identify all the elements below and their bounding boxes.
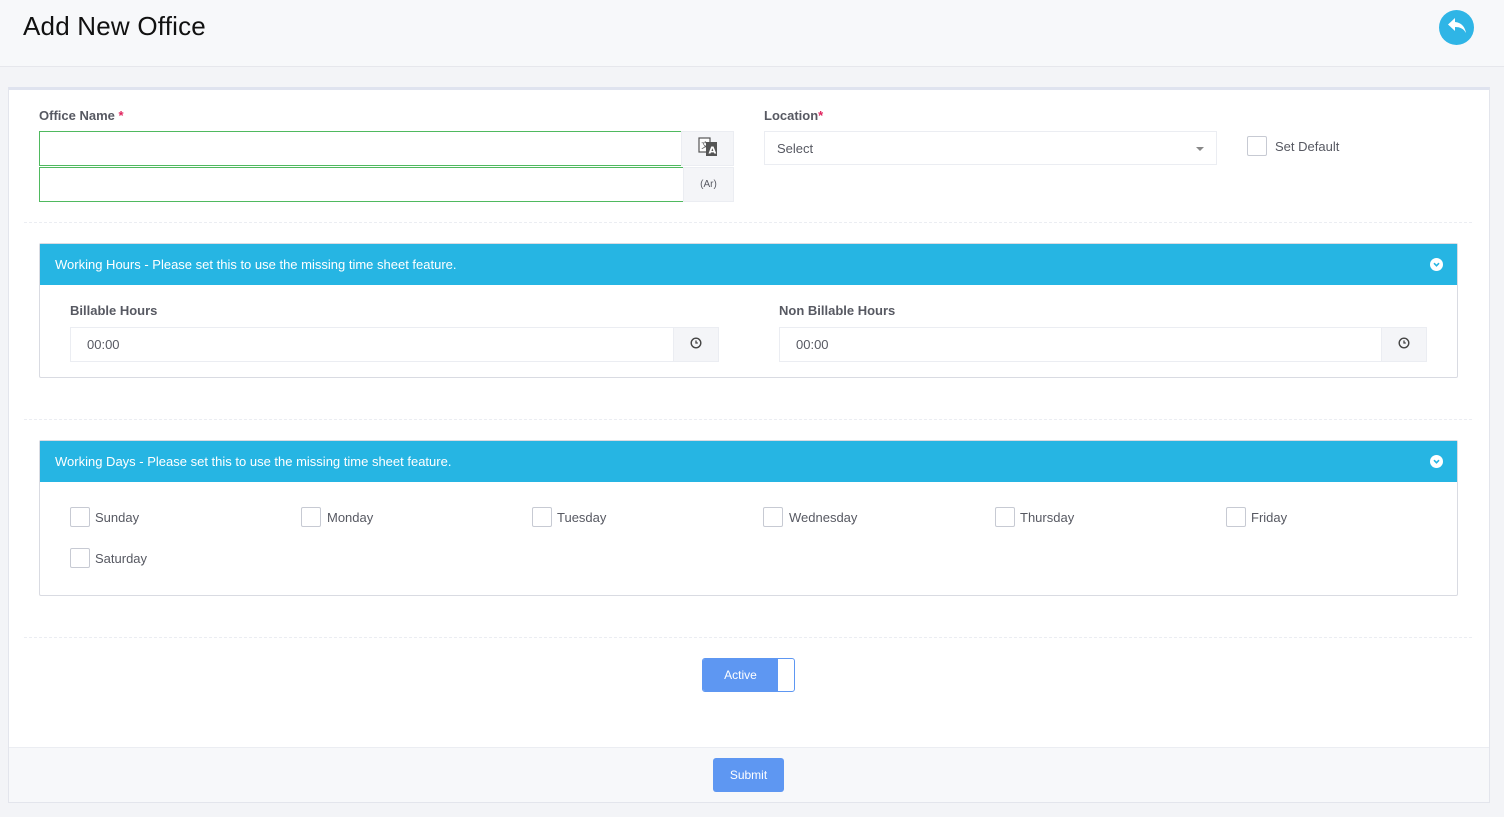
day-checkbox-thursday[interactable]	[995, 507, 1015, 527]
billable-clock-button[interactable]	[673, 327, 719, 362]
day-label-saturday: Saturday	[95, 551, 148, 566]
working-days-header[interactable]: Working Days - Please set this to use th…	[40, 441, 1457, 482]
day-checkbox-monday[interactable]	[301, 507, 321, 527]
translate-icon: 文 A	[697, 137, 718, 160]
divider	[24, 637, 1472, 638]
chevron-down-icon	[1430, 258, 1443, 271]
day-label-monday: Monday	[327, 510, 374, 525]
day-checkbox-tuesday[interactable]	[532, 507, 552, 527]
active-toggle-label: Active	[703, 659, 778, 691]
day-checkbox-friday[interactable]	[1226, 507, 1246, 527]
chevron-down-icon	[1430, 455, 1443, 468]
back-button[interactable]	[1439, 10, 1474, 45]
clock-icon	[1398, 337, 1410, 352]
day-checkbox-wednesday[interactable]	[763, 507, 783, 527]
translate-button[interactable]: 文 A	[681, 131, 734, 166]
page-header: Add New Office	[0, 0, 1504, 67]
day-label-thursday: Thursday	[1020, 510, 1075, 525]
day-checkbox-saturday[interactable]	[70, 548, 90, 568]
location-label: Location*	[764, 108, 824, 123]
billable-hours-input[interactable]	[70, 327, 674, 362]
day-label-friday: Friday	[1251, 510, 1288, 525]
office-name-ar-input[interactable]	[39, 167, 684, 202]
working-days-title: Working Days - Please set this to use th…	[55, 454, 452, 469]
billable-hours-label: Billable Hours	[70, 303, 158, 318]
divider	[24, 222, 1472, 223]
reply-icon	[1446, 16, 1468, 39]
working-hours-title: Working Hours - Please set this to use t…	[55, 257, 457, 272]
submit-button[interactable]: Submit	[713, 758, 784, 792]
arabic-addon: (Ar)	[683, 167, 734, 202]
set-default-checkbox[interactable]	[1247, 136, 1267, 156]
svg-text:A: A	[708, 146, 716, 157]
location-select[interactable]: Select	[764, 131, 1217, 165]
divider	[24, 419, 1472, 420]
clock-icon	[690, 337, 702, 352]
day-checkbox-sunday[interactable]	[70, 507, 90, 527]
set-default-label: Set Default	[1275, 139, 1340, 154]
day-label-tuesday: Tuesday	[557, 510, 607, 525]
active-toggle[interactable]: Active	[702, 658, 795, 692]
day-label-wednesday: Wednesday	[789, 510, 858, 525]
working-hours-header[interactable]: Working Hours - Please set this to use t…	[40, 244, 1457, 285]
day-label-sunday: Sunday	[95, 510, 140, 525]
non-billable-hours-input[interactable]	[779, 327, 1382, 362]
non-billable-hours-label: Non Billable Hours	[779, 303, 896, 318]
office-name-label: Office Name *	[39, 108, 124, 123]
office-name-input[interactable]	[39, 131, 682, 166]
caret-down-icon	[1196, 147, 1204, 151]
page-title: Add New Office	[23, 11, 206, 41]
location-select-value: Select	[777, 140, 814, 156]
non-billable-clock-button[interactable]	[1381, 327, 1427, 362]
